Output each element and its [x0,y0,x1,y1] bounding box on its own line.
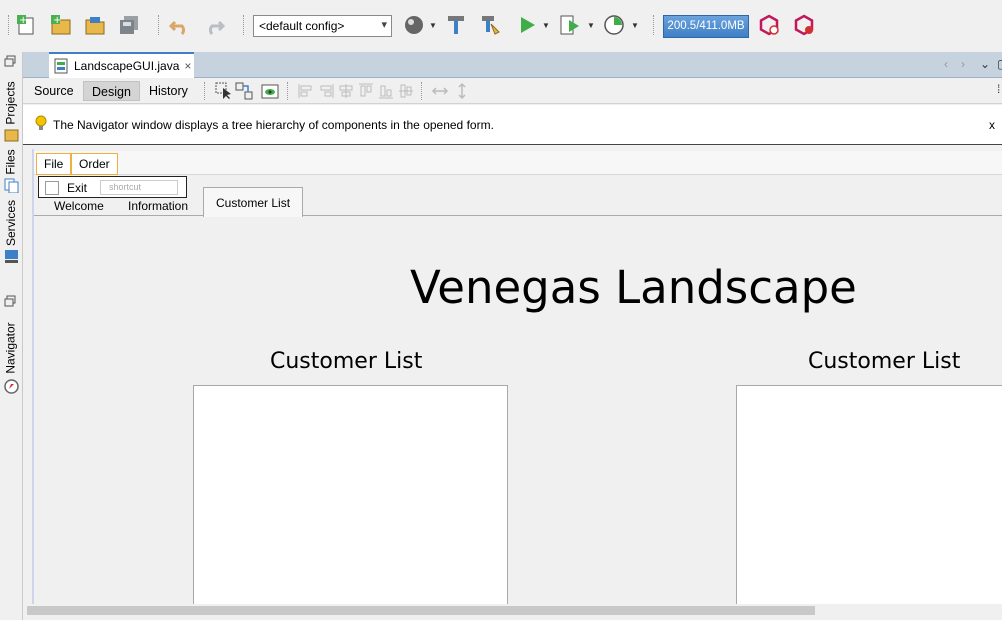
undo-icon[interactable] [168,13,192,37]
dropdown-caret-icon[interactable]: ▼ [429,21,437,30]
toolbar-separator [243,15,244,35]
dropdown-caret-icon[interactable]: ▼ [542,21,550,30]
toolbar-separator [287,82,288,100]
scroll-left-icon[interactable]: ‹ [944,57,948,71]
preview-design-icon[interactable] [261,82,279,100]
resize-horizontal-icon[interactable] [431,82,449,100]
tab-welcome[interactable]: Welcome [42,195,116,217]
restore-window-icon[interactable] [4,295,19,310]
dropdown-caret-icon[interactable]: ▼ [631,21,639,30]
chevron-down-icon[interactable]: ⌄ [980,57,990,71]
lightbulb-icon [35,115,47,134]
dismiss-info-button[interactable]: x [989,118,995,132]
maximize-icon[interactable]: ▢ [997,57,1002,71]
form-file-icon [54,58,68,74]
chevron-down-icon: ▾ [381,19,387,31]
navigator-tab-label: Navigator [4,322,19,374]
globe-icon[interactable] [402,13,426,37]
navigator-icon[interactable] [4,379,19,394]
center-vertically-icon[interactable] [397,82,415,100]
align-left-icon[interactable] [297,82,315,100]
editor-mode-bar: Source Design History ⁞ [23,78,1002,104]
files-tab-label: Files [4,149,18,175]
toolbar-separator [653,15,654,35]
navigator-tab[interactable]: Navigator [3,318,19,378]
services-icon[interactable] [4,249,19,264]
center-horizontally-icon[interactable] [337,82,355,100]
files-tab[interactable]: Files [3,147,19,177]
services-tab[interactable]: Services [3,198,19,248]
design-mode-button[interactable]: Design [83,81,140,101]
customer-list-left[interactable] [193,385,508,607]
svg-text:+: + [19,15,27,26]
toolbar-separator [158,15,159,35]
customer-list-right[interactable] [736,385,1002,607]
align-top-icon[interactable] [357,82,375,100]
customer-list-left-title: Customer List [270,349,423,374]
history-mode-button[interactable]: History [141,81,196,101]
align-right-icon[interactable] [317,82,335,100]
menu-file[interactable]: File [36,153,72,175]
profile-icon[interactable] [602,13,626,37]
projects-icon[interactable] [4,127,19,142]
overflow-icon[interactable]: ⁞ [997,82,1000,96]
projects-tab-label: Projects [4,81,19,125]
navigator-info-banner: The Navigator window displays a tree hie… [23,105,1002,145]
debug-icon[interactable] [558,13,582,37]
services-tab-label: Services [4,199,19,247]
form-menubar: File Order [34,151,1002,175]
customer-list-right-title: Customer List [808,349,961,374]
file-tab-landscapegui[interactable]: LandscapeGUI.java × [49,52,194,78]
config-select[interactable]: <default config> ▾ [253,15,392,37]
build-icon[interactable] [444,13,468,37]
config-value: <default config> [259,19,345,33]
restore-window-icon[interactable] [4,55,19,70]
dropdown-caret-icon[interactable]: ▼ [587,21,595,30]
open-project-icon[interactable] [83,13,107,37]
save-all-icon[interactable] [117,13,141,37]
selection-mode-icon[interactable] [215,82,233,100]
editor-tab-strip: LandscapeGUI.java × ‹ › ⌄ ▢ [23,52,1002,78]
toolbar-separator [421,82,422,100]
tab-information[interactable]: Information [116,195,200,217]
align-bottom-icon[interactable] [377,82,395,100]
toolbar-grip [8,15,9,35]
run-icon[interactable] [515,13,539,37]
new-project-icon[interactable]: + [49,13,73,37]
memory-indicator[interactable]: 200.5/411.0MB [663,15,749,38]
main-toolbar: + + <default config> ▾ ▼ ▼ ▼ ▼ 200.5/411… [0,0,1002,52]
profile-snapshot-icon[interactable] [792,13,816,37]
page-title: Venegas Landscape [410,261,857,314]
file-tab-label: LandscapeGUI.java [74,59,180,73]
left-sidebar: Projects Files Services Navigator [0,52,23,620]
source-mode-button[interactable]: Source [26,81,82,101]
scroll-right-icon[interactable]: › [961,57,965,71]
menu-item-exit[interactable]: Exit [67,181,87,195]
close-icon[interactable]: × [184,59,191,73]
menu-item-checkbox[interactable] [45,181,59,195]
connection-mode-icon[interactable] [235,82,253,100]
scrollbar-thumb[interactable] [27,606,815,615]
design-canvas: File Order Exit shortcut Welcome Informa… [23,146,1002,620]
shortcut-field[interactable]: shortcut [100,180,178,195]
projects-tab[interactable]: Projects [3,80,19,126]
toolbar-separator [204,82,205,100]
tab-customer-list[interactable]: Customer List [203,187,304,217]
menu-order[interactable]: Order [71,153,118,175]
info-message: The Navigator window displays a tree hie… [53,117,494,132]
files-icon[interactable] [4,178,19,194]
redo-icon[interactable] [202,13,226,37]
resize-vertical-icon[interactable] [453,82,471,100]
new-file-icon[interactable]: + [15,13,39,37]
gc-icon[interactable] [757,13,781,37]
clean-build-icon[interactable] [478,13,502,37]
form-frame: File Order Exit shortcut Welcome Informa… [32,149,1002,607]
horizontal-scrollbar[interactable] [25,604,1002,616]
svg-text:+: + [53,15,61,26]
file-menu-popup: Exit shortcut [38,176,187,198]
